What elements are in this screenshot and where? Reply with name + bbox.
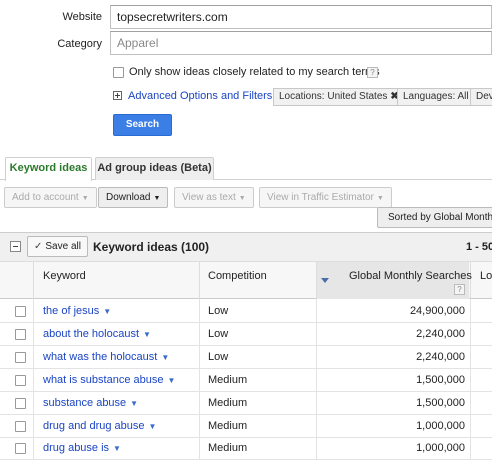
keyword-ideas-title: Keyword ideas (100) [93,240,210,254]
sorted-by-dropdown[interactable]: Sorted by Global Monthly S [377,207,492,228]
global-searches-value: 1,500,000 [416,374,465,386]
table-row: what was the holocaust ▼ Low 2,240,000 [0,346,492,369]
keyword-link[interactable]: about the holocaust ▼ [43,328,151,340]
keyword-link[interactable]: the of jesus ▼ [43,305,111,317]
global-searches-value: 2,240,000 [416,328,465,340]
competition-value: Low [208,328,229,340]
chevron-down-icon: ▼ [153,195,161,202]
keyword-text: what is substance abuse [43,374,164,386]
keyword-text: drug abuse is [43,442,110,454]
tab-keyword-ideas[interactable]: Keyword ideas [5,157,92,181]
competition-value: Low [208,351,229,363]
category-input[interactable] [110,31,492,55]
keyword-text: about the holocaust [43,328,140,340]
locations-chip-label: Locations: United States [279,91,388,102]
save-all-label: Save all [45,241,81,252]
website-input[interactable] [110,5,492,29]
chevron-down-icon: ▼ [81,195,89,202]
chevron-down-icon[interactable]: ▼ [167,376,175,385]
column-header-keyword[interactable]: Keyword [43,270,86,282]
download-label: Download [106,192,151,203]
row-checkbox[interactable] [15,443,26,454]
table-row: drug abuse is ▼ Medium 1,000,000 [0,437,492,460]
chevron-down-icon[interactable]: ▼ [130,399,138,408]
expand-plus-icon[interactable] [113,91,122,100]
table-row: the of jesus ▼ Low 24,900,000 [0,300,492,323]
competition-value: Low [208,305,229,317]
row-checkbox[interactable] [15,329,26,340]
devices-chip[interactable]: Devi [470,88,492,106]
help-icon[interactable]: ? [454,284,465,295]
keyword-text: substance abuse [43,397,127,409]
sort-descending-icon[interactable] [321,278,329,283]
keyword-text: drug and drug abuse [43,420,145,432]
column-header-global-monthly-searches[interactable]: Global Monthly Searches [349,270,472,282]
only-show-label: Only show ideas closely related to my se… [129,66,380,78]
view-as-text-label: View as text [182,192,236,203]
global-searches-value: 2,240,000 [416,351,465,363]
keyword-text: the of jesus [43,305,100,317]
chevron-down-icon: ▼ [238,195,246,202]
search-button[interactable]: Search [113,114,172,136]
collapse-minus-icon[interactable] [10,241,21,252]
row-checkbox[interactable] [15,352,26,363]
keyword-link[interactable]: substance abuse ▼ [43,397,138,409]
category-label: Category [57,38,102,50]
view-in-traffic-estimator-label: View in Traffic Estimator [267,192,374,203]
chevron-down-icon: ▼ [376,195,384,202]
column-header-local-monthly-searches[interactable]: Lo [480,270,492,282]
keyword-link[interactable]: drug abuse is ▼ [43,442,121,454]
help-icon[interactable]: ? [367,67,378,78]
global-searches-value: 1,500,000 [416,397,465,409]
competition-value: Medium [208,442,248,454]
table-row: what is substance abuse ▼ Medium 1,500,00… [0,369,492,392]
download-button[interactable]: Download ▼ [98,187,169,208]
row-checkbox[interactable] [15,421,26,432]
table-row: substance abuse ▼ Medium 1,500,000 [0,392,492,415]
chevron-down-icon[interactable]: ▼ [161,353,169,362]
global-searches-value: 1,000,000 [416,442,465,454]
competition-value: Medium [208,397,248,409]
save-all-button[interactable]: ✓ Save all [27,236,88,257]
column-header-competition[interactable]: Competition [208,270,267,282]
competition-value: Medium [208,420,248,432]
add-to-account-label: Add to account [12,192,79,203]
table-row: drug and drug abuse ▼ Medium 1,000,000 [0,415,492,438]
pager-range: 1 - 50 [466,241,492,253]
keyword-link[interactable]: drug and drug abuse ▼ [43,420,156,432]
advanced-options-link[interactable]: Advanced Options and Filters [128,90,272,102]
chevron-down-icon[interactable]: ▼ [113,444,121,453]
locations-chip[interactable]: Locations: United States ✖ [273,88,405,106]
check-icon: ✓ [34,241,43,252]
competition-value: Medium [208,374,248,386]
chevron-down-icon[interactable]: ▼ [103,307,111,316]
keyword-text: what was the holocaust [43,351,158,363]
global-searches-value: 24,900,000 [409,305,465,317]
tab-ad-group-ideas[interactable]: Ad group ideas (Beta) [95,157,214,180]
chevron-down-icon[interactable]: ▼ [143,330,151,339]
languages-chip[interactable]: Languages: All [397,88,475,106]
keyword-link[interactable]: what is substance abuse ▼ [43,374,175,386]
header-separator [33,262,34,299]
chevron-down-icon[interactable]: ▼ [149,422,157,431]
view-in-traffic-estimator-button[interactable]: View in Traffic Estimator ▼ [259,187,392,208]
row-checkbox[interactable] [15,375,26,386]
add-to-account-button[interactable]: Add to account ▼ [4,187,97,208]
keyword-link[interactable]: what was the holocaust ▼ [43,351,169,363]
header-separator [199,262,200,299]
header-separator [316,262,317,299]
table-row: about the holocaust ▼ Low 2,240,000 [0,323,492,346]
only-show-checkbox[interactable] [113,67,124,78]
row-checkbox[interactable] [15,398,26,409]
row-checkbox[interactable] [15,306,26,317]
global-searches-value: 1,000,000 [416,420,465,432]
view-as-text-button[interactable]: View as text ▼ [174,187,254,208]
website-label: Website [62,11,102,23]
